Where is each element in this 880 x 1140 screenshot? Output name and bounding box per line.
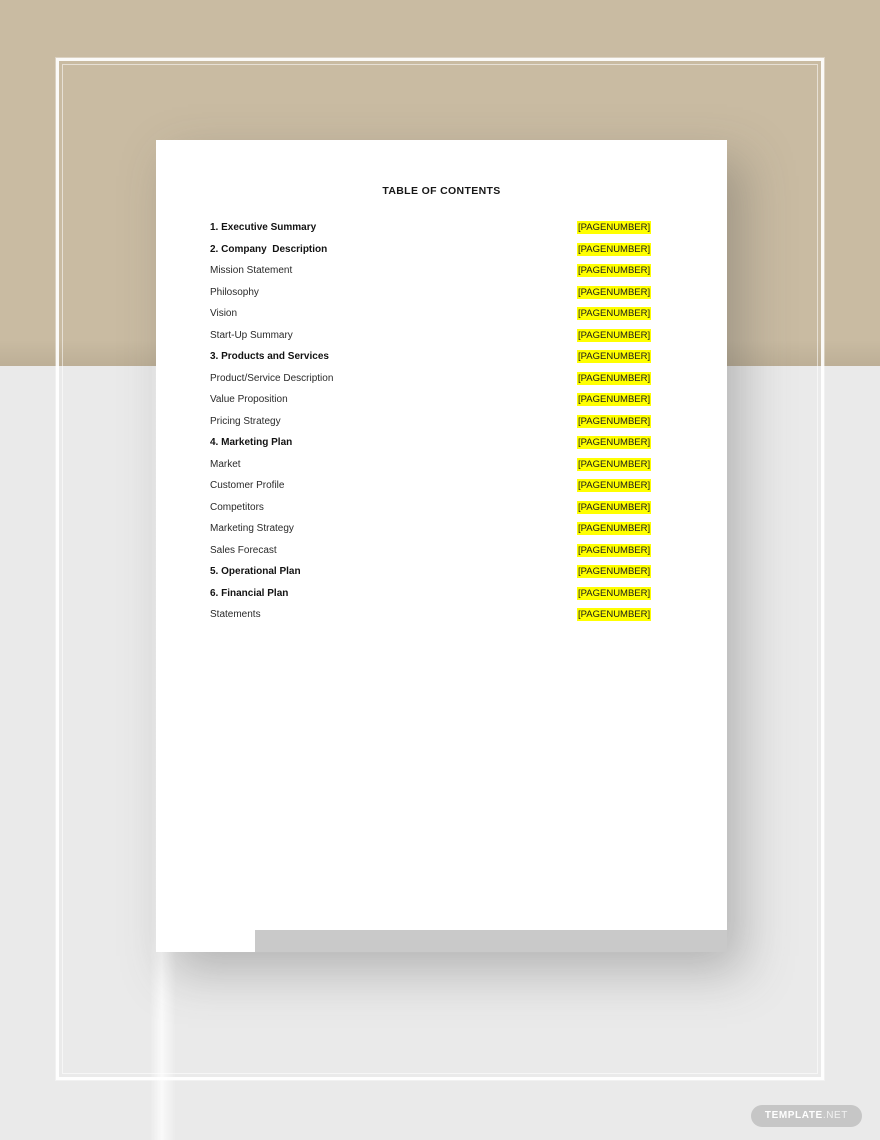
toc-entry[interactable]: Start-Up Summary [PAGENUMBER] <box>210 328 652 351</box>
watermark-brand: TEMPLATE <box>764 1110 823 1121</box>
toc-entry[interactable]: Statements [PAGENUMBER] <box>210 608 652 630</box>
toc-entry[interactable]: Vision [PAGENUMBER] <box>210 307 652 329</box>
toc-entry[interactable]: Philosophy [PAGENUMBER] <box>210 285 652 308</box>
toc-entry[interactable]: 5. Operational Plan [PAGENUMBER] <box>210 565 652 587</box>
toc-entry-page-number: [PAGENUMBER] <box>577 221 652 234</box>
toc-entry-label: 1. Executive Summary <box>210 222 317 233</box>
toc-entry-label: Vision <box>210 308 238 319</box>
toc-entry-label: Value Proposition <box>210 394 288 405</box>
toc-entry[interactable]: Value Proposition [PAGENUMBER] <box>210 393 652 415</box>
toc-entry-label: 3. Products and Services <box>210 351 329 362</box>
toc-entry-label: 2. Company Description <box>210 243 328 255</box>
toc-entry-page-number: [PAGENUMBER] <box>577 307 652 320</box>
toc-entry-label: 6. Financial Plan <box>210 587 289 599</box>
toc-entry-label: Market <box>210 458 241 470</box>
toc-entry[interactable]: 1. Executive Summary [PAGENUMBER] <box>210 221 652 243</box>
toc-entry-label: Competitors <box>210 501 264 513</box>
watermark-tld: .NET <box>822 1110 848 1121</box>
toc-entry-page-number: [PAGENUMBER] <box>577 264 652 277</box>
toc-entry[interactable]: 3. Products and Services [PAGENUMBER] <box>210 350 652 372</box>
toc-entry-page-number: [PAGENUMBER] <box>577 543 652 557</box>
toc-entry[interactable]: Competitors [PAGENUMBER] <box>210 500 652 523</box>
toc-entry-page-number: [PAGENUMBER] <box>577 586 652 600</box>
toc-entry-label: 5. Operational Plan <box>210 566 301 577</box>
toc-entry-page-number: [PAGENUMBER] <box>577 328 652 342</box>
toc-entry-page-number: [PAGENUMBER] <box>577 500 652 514</box>
toc-entry-label: Mission Statement <box>210 265 293 276</box>
toc-entry[interactable]: 4. Marketing Plan [PAGENUMBER] <box>210 436 652 458</box>
toc-entry-page-number: [PAGENUMBER] <box>577 350 652 363</box>
toc-entry[interactable]: 6. Financial Plan [PAGENUMBER] <box>210 586 652 609</box>
toc-entry-label: Philosophy <box>210 286 259 298</box>
toc-entry[interactable]: Pricing Strategy [PAGENUMBER] <box>210 414 652 437</box>
toc-entry-label: Start-Up Summary <box>210 329 293 341</box>
table-of-contents-list: 1. Executive Summary [PAGENUMBER] 2. Compa… <box>210 221 652 630</box>
toc-entry[interactable]: Mission Statement [PAGENUMBER] <box>210 264 652 286</box>
toc-entry-page-number: [PAGENUMBER] <box>577 414 652 428</box>
toc-entry-label: Customer Profile <box>210 480 285 491</box>
document-page: TABLE OF CONTENTS 1. Executive Summary [P… <box>156 140 727 952</box>
toc-entry-page-number: [PAGENUMBER] <box>577 436 652 449</box>
toc-entry-label: 4. Marketing Plan <box>210 437 293 448</box>
toc-entry-page-number: [PAGENUMBER] <box>577 565 652 578</box>
toc-entry[interactable]: Product/Service Description [PAGENUMBER] <box>210 371 652 394</box>
toc-entry[interactable]: 2. Company Description [PAGENUMBER] <box>210 242 652 265</box>
toc-entry[interactable]: Market [PAGENUMBER] <box>210 457 652 480</box>
toc-entry-page-number: [PAGENUMBER] <box>577 479 652 492</box>
toc-entry-page-number: [PAGENUMBER] <box>577 393 652 406</box>
toc-entry-label: Pricing Strategy <box>210 415 281 427</box>
page-footer-strip <box>255 930 727 952</box>
toc-entry[interactable]: Sales Forecast [PAGENUMBER] <box>210 543 652 566</box>
toc-entry-page-number: [PAGENUMBER] <box>577 285 652 299</box>
toc-entry-label: Statements <box>210 609 261 620</box>
toc-entry-label: Sales Forecast <box>210 544 277 556</box>
toc-entry-page-number: [PAGENUMBER] <box>577 522 652 535</box>
toc-entry[interactable]: Customer Profile [PAGENUMBER] <box>210 479 652 501</box>
watermark-badge: TEMPLATE.NET <box>750 1105 862 1127</box>
toc-entry-page-number: [PAGENUMBER] <box>577 457 652 471</box>
page-title: TABLE OF CONTENTS <box>382 185 501 197</box>
toc-entry-page-number: [PAGENUMBER] <box>577 371 652 385</box>
toc-entry-page-number: [PAGENUMBER] <box>577 608 652 621</box>
toc-entry-label: Product/Service Description <box>210 372 334 384</box>
toc-entry-page-number: [PAGENUMBER] <box>577 242 652 256</box>
toc-entry[interactable]: Marketing Strategy [PAGENUMBER] <box>210 522 652 544</box>
toc-entry-label: Marketing Strategy <box>210 523 294 534</box>
